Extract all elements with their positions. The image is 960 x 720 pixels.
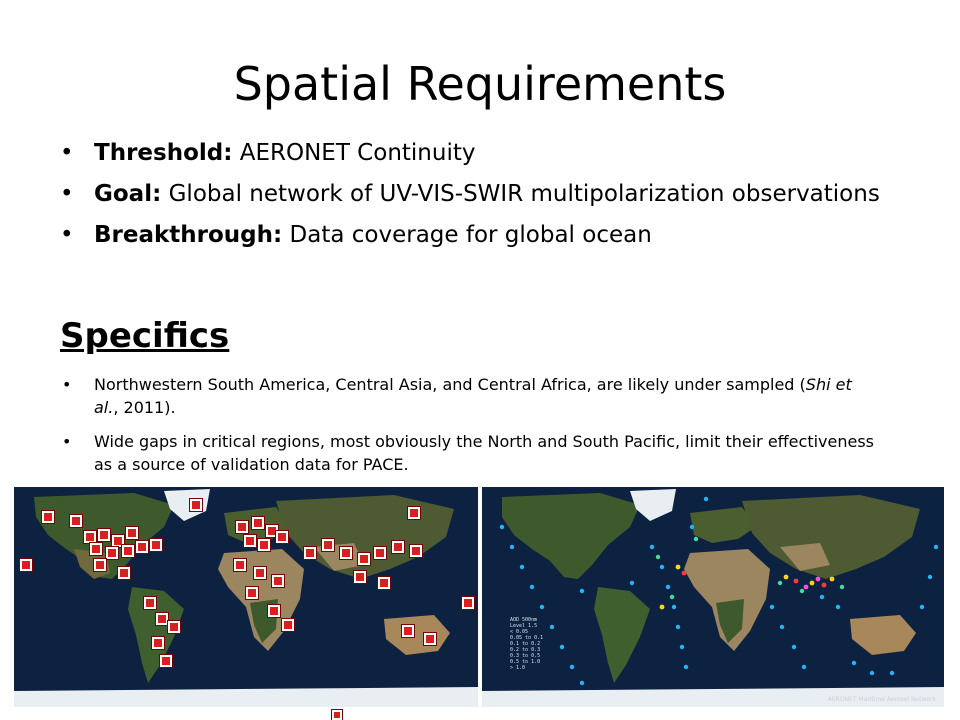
site-marker xyxy=(354,571,366,583)
goal-text: Global network of UV-VIS-SWIR multipolar… xyxy=(161,181,880,207)
site-marker xyxy=(258,539,270,551)
site-marker xyxy=(424,633,436,645)
site-marker xyxy=(94,559,106,571)
gaps-text: Wide gaps in critical regions, most obvi… xyxy=(94,432,875,474)
site-marker xyxy=(42,511,54,523)
sampling-text-start: Northwestern South America, Central Asia… xyxy=(94,375,806,394)
site-marker xyxy=(136,541,148,553)
site-marker xyxy=(272,575,284,587)
threshold-label: Threshold: xyxy=(94,140,233,166)
breakthrough-label: Breakthrough: xyxy=(94,222,283,248)
threshold-bullet: Threshold: AERONET Continuity xyxy=(60,138,920,169)
site-marker xyxy=(234,559,246,571)
site-marker xyxy=(332,710,342,720)
site-marker xyxy=(122,545,134,557)
site-marker xyxy=(90,543,102,555)
sampling-text-end: , 2011). xyxy=(113,398,176,417)
site-marker xyxy=(322,539,334,551)
world-map-right xyxy=(482,487,944,707)
goal-label: Goal: xyxy=(94,181,162,207)
site-marker xyxy=(160,655,172,667)
site-marker xyxy=(462,597,474,609)
threshold-text: AERONET Continuity xyxy=(232,140,476,166)
site-marker xyxy=(276,531,288,543)
site-marker xyxy=(168,621,180,633)
site-marker xyxy=(340,547,352,559)
aod-legend: AOD 500nm Level 1.5 < 0.05 0.05 to 0.1 0… xyxy=(510,617,543,671)
site-marker xyxy=(126,527,138,539)
maritime-aerosol-map: AOD 500nm Level 1.5 < 0.05 0.05 to 0.1 0… xyxy=(482,487,944,707)
legend-item: > 1.0 xyxy=(510,665,526,671)
site-marker xyxy=(374,547,386,559)
site-marker xyxy=(98,529,110,541)
site-marker xyxy=(20,559,32,571)
specifics-bullet-gaps: Wide gaps in critical regions, most obvi… xyxy=(60,430,880,476)
site-marker xyxy=(144,597,156,609)
specifics-heading: Specifics xyxy=(60,316,230,356)
site-marker xyxy=(118,567,130,579)
site-marker xyxy=(358,553,370,565)
site-marker xyxy=(408,507,420,519)
specifics-list: Northwestern South America, Central Asia… xyxy=(60,373,880,487)
requirements-list: Threshold: AERONET Continuity Goal: Glob… xyxy=(60,138,920,261)
site-marker xyxy=(236,521,248,533)
site-marker xyxy=(106,547,118,559)
aeronet-site-map xyxy=(14,487,478,707)
site-marker xyxy=(244,535,256,547)
slide-title: Spatial Requirements xyxy=(233,57,727,111)
site-marker xyxy=(190,499,202,511)
site-marker xyxy=(378,577,390,589)
site-marker xyxy=(252,517,264,529)
map-caption: AERONET Maritime Aerosol Network xyxy=(827,696,936,703)
breakthrough-text: Data coverage for global ocean xyxy=(282,222,652,248)
breakthrough-bullet: Breakthrough: Data coverage for global o… xyxy=(60,220,920,251)
site-marker xyxy=(304,547,316,559)
site-marker xyxy=(152,637,164,649)
goal-bullet: Goal: Global network of UV-VIS-SWIR mult… xyxy=(60,179,920,210)
site-marker xyxy=(410,545,422,557)
site-marker xyxy=(254,567,266,579)
site-marker xyxy=(84,531,96,543)
site-marker xyxy=(150,539,162,551)
site-marker xyxy=(392,541,404,553)
site-marker xyxy=(246,587,258,599)
site-marker xyxy=(268,605,280,617)
site-marker xyxy=(402,625,414,637)
site-marker xyxy=(156,613,168,625)
site-marker xyxy=(282,619,294,631)
specifics-bullet-sampling: Northwestern South America, Central Asia… xyxy=(60,373,880,419)
site-marker xyxy=(70,515,82,527)
